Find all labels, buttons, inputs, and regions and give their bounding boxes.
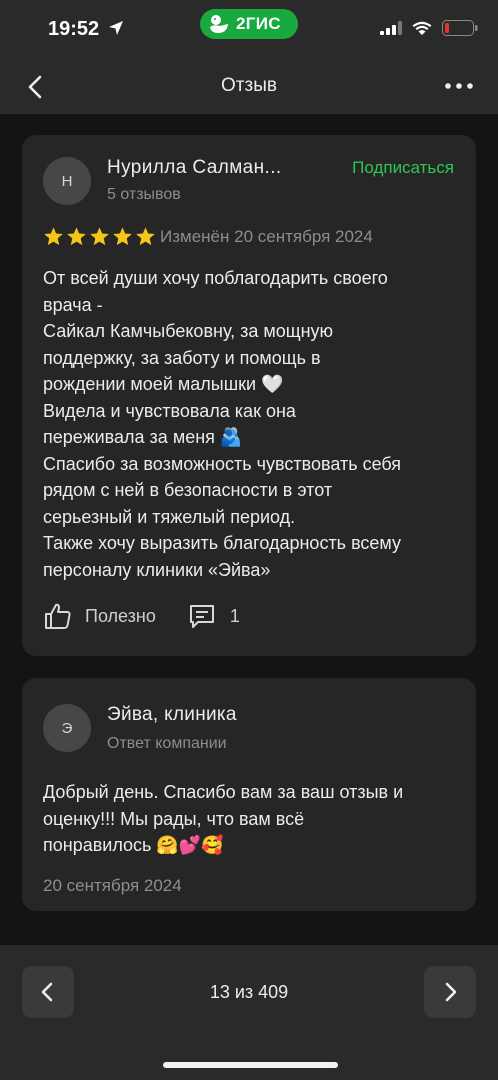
reply-text: Добрый день. Спасибо вам за ваш отзыв и … (43, 779, 463, 859)
review-text-line: Сайкал Камчыбековну, за мощную (43, 321, 334, 341)
thumbs-up-icon[interactable] (43, 601, 73, 631)
review-text-line: Видела и чувствовала как она (43, 400, 296, 421)
star-icon (44, 227, 63, 246)
review-text-line: переживала за меня 🫂 (43, 427, 243, 447)
signal-icon (380, 21, 402, 35)
reviewer-avatar[interactable]: Н (43, 157, 91, 205)
status-time: 19:52 (48, 18, 100, 40)
reply-text-line: оценку!!! Мы рады, что вам всё (43, 808, 305, 829)
home-indicator[interactable] (163, 1062, 338, 1068)
page-title: Отзыв (221, 75, 277, 96)
next-review-button[interactable] (424, 966, 476, 1018)
location-arrow-icon (109, 21, 123, 35)
company-reply-label: Ответ компании (107, 735, 227, 752)
comment-icon[interactable] (188, 602, 216, 630)
review-card: Н Нурилла Салман... 5 отзывов Подписатьс… (22, 135, 476, 656)
status-bar: 19:52 2ГИС (0, 0, 498, 60)
reply-date: 20 сентября 2024 (43, 876, 182, 895)
review-text-line: врача - (43, 294, 103, 315)
review-text: От всей души хочу поблагодарить своего в… (43, 265, 463, 583)
useful-button-label[interactable]: Полезно (85, 606, 156, 627)
review-text-line: поддержку, за заботу и помощь в (43, 347, 321, 368)
review-text-line: Спасибо за возможность чувствовать себя (43, 453, 402, 474)
rating-stars (43, 226, 156, 247)
reply-text-line: Добрый день. Спасибо вам за ваш отзыв и (43, 782, 404, 802)
star-icon (90, 227, 109, 246)
navigation-bar: Отзыв (0, 60, 498, 114)
company-avatar: Э (43, 704, 91, 752)
review-actions: Полезно 1 (43, 601, 240, 631)
comment-count[interactable]: 1 (230, 606, 240, 627)
review-text-line: серьезный и тяжелый период. (43, 506, 296, 527)
review-text-line: рядом с ней в безопасности в этот (43, 480, 333, 500)
star-icon (136, 227, 155, 246)
company-reply-card: Э Эйва, клиника Ответ компании Добрый де… (22, 678, 476, 911)
subscribe-button[interactable]: Подписаться (352, 158, 454, 178)
star-icon (67, 227, 86, 246)
app-badge-label: 2ГИС (236, 14, 281, 33)
reviewer-review-count: 5 отзывов (107, 186, 181, 203)
app-return-badge[interactable]: 2ГИС (200, 9, 298, 39)
reply-text-line: понравилось 🤗💕🥰 (43, 835, 224, 855)
review-text-line: рождении моей малышки 🤍 (43, 374, 284, 394)
review-text-line: персоналу клиники «Эйва» (43, 559, 271, 580)
review-text-line: Также хочу выразить благодарность всему (43, 533, 402, 553)
duck-icon (210, 15, 228, 33)
review-screen: 19:52 2ГИС Отзыв Н Нурилла Салман... 5 о… (0, 0, 498, 1080)
pager-bar: 13 из 409 (0, 945, 498, 1080)
star-icon (113, 227, 132, 246)
battery-icon (442, 20, 478, 36)
status-icons (380, 20, 478, 36)
company-name: Эйва, клиника (107, 704, 237, 725)
more-options-icon[interactable] (442, 72, 478, 100)
wifi-icon (412, 21, 432, 35)
edited-date: Изменён 20 сентября 2024 (160, 227, 373, 246)
chevron-right-icon (445, 982, 457, 1002)
reviewer-name[interactable]: Нурилла Салман... (107, 157, 282, 179)
review-text-line: От всей души хочу поблагодарить своего (43, 268, 388, 288)
